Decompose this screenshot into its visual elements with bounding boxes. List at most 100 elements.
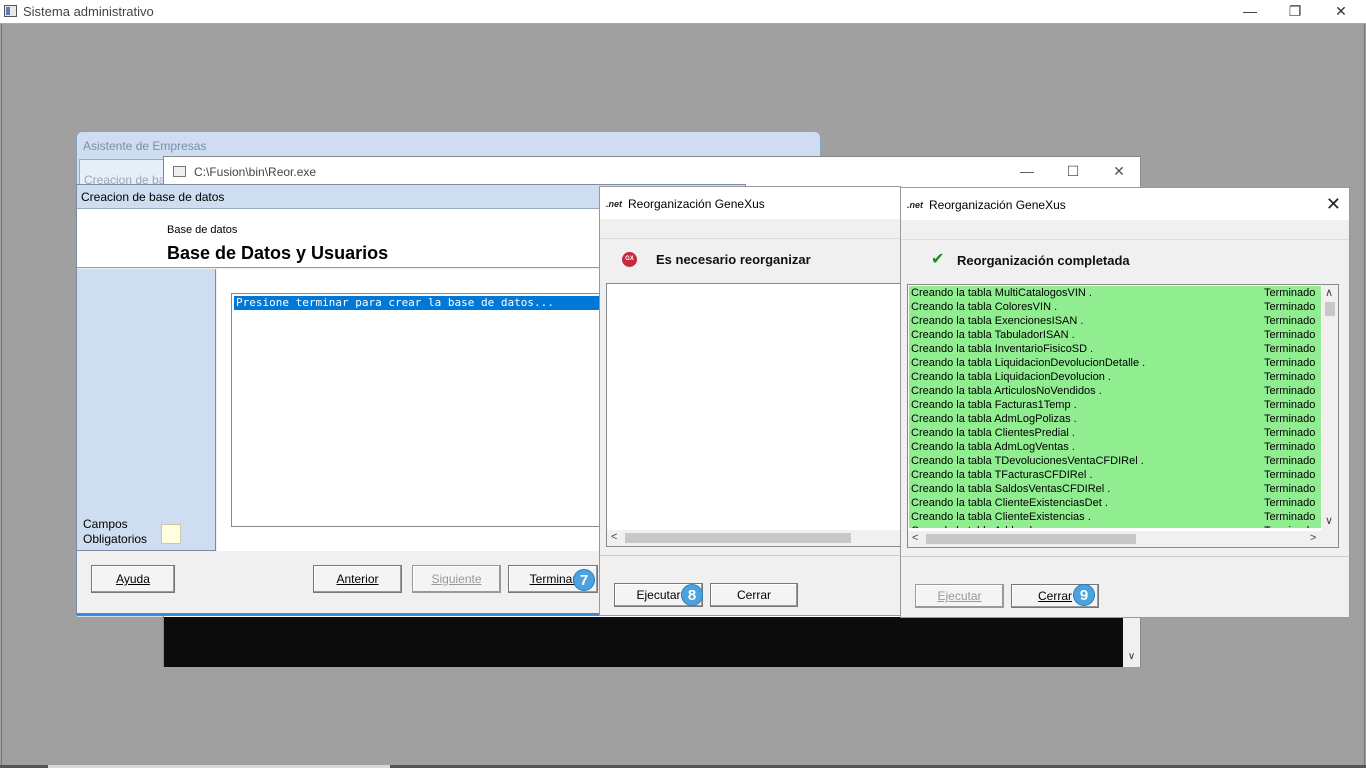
genexus-icon: GX bbox=[622, 252, 637, 267]
reorg-pending-separator bbox=[600, 555, 900, 556]
reorg-pending-title: Reorganización GeneXus bbox=[628, 197, 765, 211]
log-row[interactable]: Creando la tabla LiquidacionDevolucion .… bbox=[909, 370, 1321, 384]
reor-minimize-icon[interactable]: — bbox=[1004, 163, 1050, 179]
dotnet-icon: .net bbox=[907, 200, 924, 210]
log-row-name: Creando la tabla ArticulosNoVendidos . bbox=[911, 385, 1102, 397]
restore-icon[interactable]: ❐ bbox=[1272, 0, 1318, 24]
step-8-badge: 8 bbox=[681, 584, 703, 606]
reorg-pending-band bbox=[600, 219, 900, 239]
required-fields-label: Campos Obligatorios bbox=[83, 517, 147, 547]
step-7-badge: 7 bbox=[573, 569, 595, 591]
reorg-pending-hscroll[interactable]: < bbox=[607, 530, 901, 546]
wizard-log-line[interactable]: Presione terminar para crear la base de … bbox=[234, 296, 610, 310]
reorg-completed-hscroll[interactable]: < > bbox=[908, 531, 1338, 547]
reorg-pending-status: GX Es necesario reorganizar bbox=[600, 239, 900, 283]
log-row[interactable]: Creando la tabla TDevolucionesVentaCFDIR… bbox=[909, 454, 1321, 468]
log-row[interactable]: Creando la tabla ClienteExistencias . Ter… bbox=[909, 510, 1321, 524]
reorg-completed-vscroll-thumb[interactable] bbox=[1325, 302, 1335, 316]
required-label-line1: Campos bbox=[83, 517, 128, 531]
log-row[interactable]: Creando la tabla Facturas1Temp . Terminad… bbox=[909, 398, 1321, 412]
help-button[interactable]: Ayuda bbox=[91, 565, 175, 593]
reorg-completed-band bbox=[901, 220, 1349, 240]
reor-close-icon[interactable]: ✕ bbox=[1096, 163, 1142, 180]
scroll-right-icon[interactable]: > bbox=[1310, 532, 1316, 544]
log-row[interactable]: Creando la tabla ClientesPredial . Termin… bbox=[909, 426, 1321, 440]
log-row-status: Terminado bbox=[1264, 441, 1316, 453]
reorg-log-rows: Creando la tabla MultiCatalogosVIN . Term… bbox=[909, 286, 1321, 528]
prev-button[interactable]: Anterior bbox=[313, 565, 402, 593]
log-row[interactable]: Creando la tabla ArticulosNoVendidos . Te… bbox=[909, 384, 1321, 398]
log-row[interactable]: Creando la tabla MultiCatalogosVIN . Term… bbox=[909, 286, 1321, 300]
log-row[interactable]: Creando la tabla ClienteExistenciasDet .… bbox=[909, 496, 1321, 510]
wizard-header-small: Base de datos bbox=[167, 224, 238, 236]
scroll-down-icon[interactable]: ∨ bbox=[1325, 514, 1333, 527]
chevron-down-icon[interactable]: ∨ bbox=[1128, 651, 1135, 662]
next-button[interactable]: Siguiente bbox=[412, 565, 501, 593]
wizard-log-list[interactable]: Presione terminar para crear la base de … bbox=[231, 293, 611, 527]
reorg-dialog-completed: .net Reorganización GeneXus ✕ ✔ Reorgani… bbox=[900, 187, 1350, 618]
reorg-completed-titlebar: .net Reorganización GeneXus ✕ bbox=[901, 188, 1349, 220]
log-row-status: Terminado bbox=[1264, 511, 1316, 523]
log-row-name: Creando la tabla MultiCatalogosVIN . bbox=[911, 287, 1092, 299]
reorg-completed-vscroll[interactable]: ∧ ∨ bbox=[1322, 285, 1338, 531]
reorg-completed-separator bbox=[901, 556, 1349, 557]
reorg-completed-list[interactable]: Creando la tabla MultiCatalogosVIN . Term… bbox=[907, 284, 1339, 548]
close-icon[interactable]: ✕ bbox=[1326, 194, 1341, 215]
dotnet-icon: .net bbox=[606, 199, 623, 209]
log-row-name: Creando la tabla AdmLogPolizas . bbox=[911, 413, 1077, 425]
check-icon: ✔ bbox=[931, 251, 945, 268]
log-row[interactable]: Creando la tabla TFacturasCFDIRel . Termi… bbox=[909, 468, 1321, 482]
scroll-up-icon[interactable]: ∧ bbox=[1325, 286, 1333, 299]
log-row[interactable]: Creando la tabla ColoresVIN . Terminado bbox=[909, 300, 1321, 314]
console-icon bbox=[173, 166, 186, 177]
log-row[interactable]: Creando la tabla SaldosVentasCFDIRel . Te… bbox=[909, 482, 1321, 496]
reorg-dialog-pending: .net Reorganización GeneXus GX Es necesa… bbox=[599, 186, 902, 616]
log-row-status: Terminado bbox=[1264, 385, 1316, 397]
log-row-status: Terminado bbox=[1264, 483, 1316, 495]
log-row-name: Creando la tabla TFacturasCFDIRel . bbox=[911, 469, 1093, 481]
wizard-side-panel: Campos Obligatorios bbox=[77, 269, 216, 551]
log-row[interactable]: Creando la tabla Addenda . Terminado bbox=[909, 524, 1321, 528]
close-button[interactable]: Cerrar bbox=[710, 583, 798, 607]
reorg-pending-titlebar: .net Reorganización GeneXus bbox=[600, 187, 900, 219]
asistente-title: Asistente de Empresas bbox=[83, 139, 207, 153]
run-button[interactable]: Ejecutar bbox=[915, 584, 1004, 608]
reorg-pending-status-text: Es necesario reorganizar bbox=[656, 252, 811, 267]
reorg-pending-hscroll-thumb[interactable] bbox=[625, 533, 851, 543]
run-button-label: Ejecutar bbox=[636, 588, 681, 602]
log-row[interactable]: Creando la tabla TabuladorISAN . Terminad… bbox=[909, 328, 1321, 342]
console-scrollbar[interactable]: ∨ bbox=[1123, 617, 1140, 667]
log-row-status: Terminado bbox=[1264, 329, 1316, 341]
reorg-completed-status: ✔ Reorganización completada bbox=[901, 240, 1349, 284]
reor-titlebar: C:\Fusion\bin\Reor.exe — ☐ ✕ bbox=[164, 157, 1140, 187]
log-row[interactable]: Creando la tabla InventarioFisicoSD . Ter… bbox=[909, 342, 1321, 356]
next-button-label: Siguiente bbox=[431, 572, 482, 586]
scroll-left-icon[interactable]: < bbox=[611, 531, 617, 543]
reorg-completed-status-text: Reorganización completada bbox=[957, 253, 1130, 268]
step-9-badge: 9 bbox=[1073, 584, 1095, 606]
close-icon[interactable]: ✕ bbox=[1318, 0, 1364, 24]
close-button-label: Cerrar bbox=[736, 588, 771, 602]
main-titlebar: Sistema administrativo — ❐ ✕ bbox=[0, 0, 1366, 24]
console-output bbox=[164, 617, 1140, 667]
reorg-pending-list[interactable]: < bbox=[606, 283, 902, 547]
log-row-status: Terminado bbox=[1264, 343, 1316, 355]
log-row-name: Creando la tabla ClienteExistencias . bbox=[911, 511, 1091, 523]
log-row[interactable]: Creando la tabla LiquidacionDevolucionDe… bbox=[909, 356, 1321, 370]
log-row-name: Creando la tabla Facturas1Temp . bbox=[911, 399, 1077, 411]
reor-maximize-icon[interactable]: ☐ bbox=[1050, 163, 1096, 180]
required-label-line2: Obligatorios bbox=[83, 532, 148, 546]
finish-button-label: Terminar bbox=[529, 572, 577, 586]
log-row-name: Creando la tabla InventarioFisicoSD . bbox=[911, 343, 1094, 355]
reorg-completed-hscroll-thumb[interactable] bbox=[926, 534, 1136, 544]
log-row[interactable]: Creando la tabla ExencionesISAN . Termina… bbox=[909, 314, 1321, 328]
log-row-name: Creando la tabla LiquidacionDevolucionDe… bbox=[911, 357, 1146, 369]
scroll-left-icon[interactable]: < bbox=[912, 532, 918, 544]
minimize-icon[interactable]: — bbox=[1227, 0, 1273, 24]
log-row-name: Creando la tabla ColoresVIN . bbox=[911, 301, 1058, 313]
required-color-swatch bbox=[161, 524, 181, 544]
log-row-status: Terminado bbox=[1264, 497, 1316, 509]
log-row-name: Creando la tabla ClientesPredial . bbox=[911, 427, 1075, 439]
log-row[interactable]: Creando la tabla AdmLogVentas . Terminado bbox=[909, 440, 1321, 454]
log-row[interactable]: Creando la tabla AdmLogPolizas . Terminad… bbox=[909, 412, 1321, 426]
